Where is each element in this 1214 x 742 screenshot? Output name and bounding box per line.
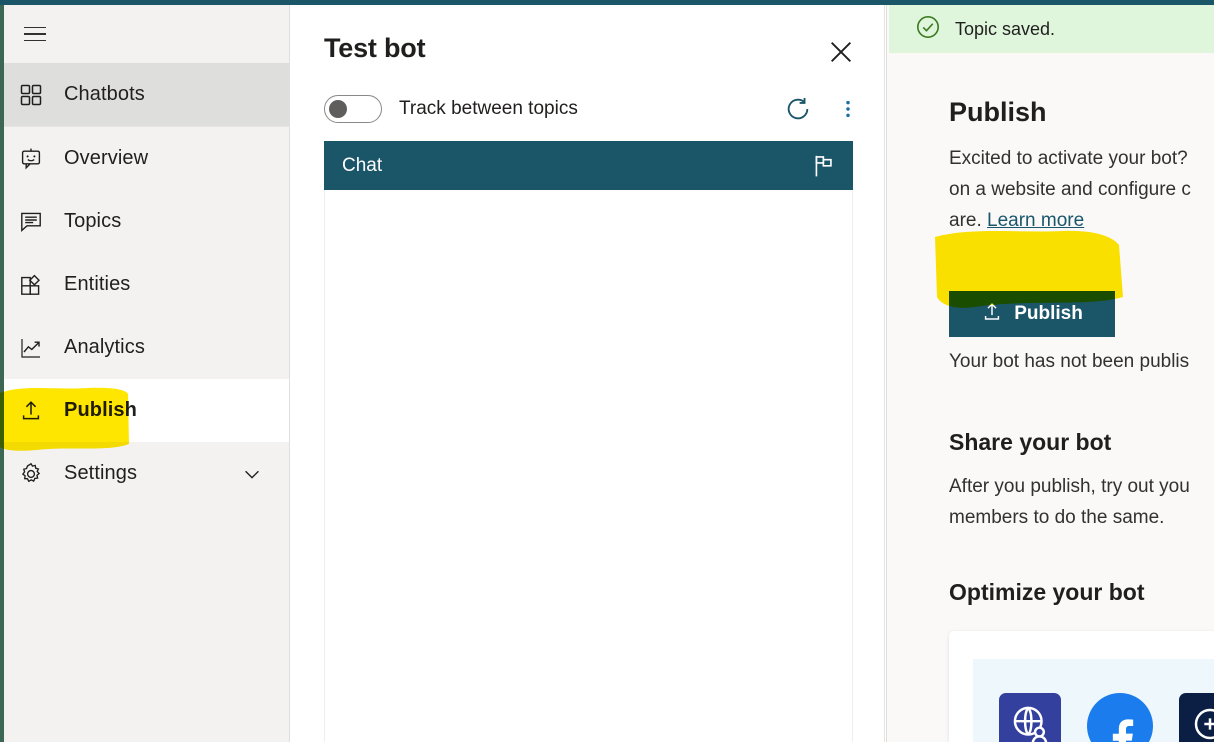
sidebar-item-label: Topics bbox=[64, 210, 122, 232]
sidebar-item-label: Analytics bbox=[64, 336, 145, 358]
flag-icon[interactable] bbox=[811, 153, 837, 179]
sidebar-item-publish[interactable]: Publish bbox=[4, 379, 289, 442]
facebook-icon[interactable] bbox=[1087, 693, 1153, 742]
learn-more-link[interactable]: Learn more bbox=[987, 210, 1084, 231]
sidebar-item-overview[interactable]: Overview bbox=[4, 127, 289, 190]
sidebar-header bbox=[4, 5, 289, 63]
more-vertical-icon[interactable] bbox=[832, 93, 864, 125]
sidebar-item-label: Settings bbox=[64, 462, 138, 484]
checkmark-circle-icon bbox=[915, 14, 941, 45]
custom-website-icon[interactable] bbox=[999, 693, 1061, 742]
comment-icon bbox=[18, 209, 44, 235]
page-title: Test bot bbox=[324, 33, 426, 63]
sidebar: Chatbots Overview Topics Entities Analyt… bbox=[4, 5, 290, 742]
grid-icon bbox=[18, 82, 44, 108]
optimize-your-bot-heading: Optimize your bot bbox=[949, 579, 1145, 605]
share-your-bot-description: After you publish, try out you members t… bbox=[949, 476, 1190, 528]
sidebar-item-topics[interactable]: Topics bbox=[4, 190, 289, 253]
upload-icon bbox=[981, 301, 1003, 328]
test-bot-panel: Test bot Track between topics Chat bbox=[291, 5, 885, 742]
track-between-topics-toggle[interactable] bbox=[324, 95, 382, 123]
chevron-down-icon[interactable] bbox=[241, 463, 263, 485]
publish-panel-content: Publish Excited to activate your bot? on… bbox=[887, 53, 1214, 742]
upload-icon bbox=[18, 398, 44, 424]
channels-card[interactable] bbox=[949, 631, 1214, 742]
line-chart-icon bbox=[18, 335, 44, 361]
toast-message: Topic saved. bbox=[955, 18, 1056, 39]
publish-panel: Topic saved. Publish Excited to activate… bbox=[886, 5, 1214, 742]
track-between-topics-row: Track between topics bbox=[324, 95, 578, 123]
publish-status-note: Your bot has not been publis bbox=[949, 351, 1190, 372]
close-icon[interactable] bbox=[824, 35, 858, 69]
sidebar-item-chatbots[interactable]: Chatbots bbox=[4, 63, 289, 127]
sidebar-item-label: Entities bbox=[64, 273, 131, 295]
publish-heading: Publish bbox=[949, 97, 1047, 127]
publish-button-label: Publish bbox=[1014, 303, 1083, 324]
sidebar-item-settings[interactable]: Settings bbox=[4, 442, 289, 505]
publish-description: Excited to activate your bot? on a websi… bbox=[949, 143, 1214, 236]
entities-icon bbox=[18, 272, 44, 298]
sidebar-item-label: Chatbots bbox=[64, 83, 145, 105]
sidebar-item-label: Overview bbox=[64, 147, 149, 169]
teams-icon[interactable] bbox=[1179, 693, 1214, 742]
sidebar-item-entities[interactable]: Entities bbox=[4, 253, 289, 316]
publish-button[interactable]: Publish bbox=[949, 291, 1115, 337]
status-toast: Topic saved. bbox=[889, 5, 1214, 53]
share-your-bot-heading: Share your bot bbox=[949, 429, 1112, 455]
sidebar-item-label: Publish bbox=[64, 399, 137, 421]
gear-icon bbox=[18, 461, 44, 487]
sidebar-item-analytics[interactable]: Analytics bbox=[4, 316, 289, 379]
refresh-icon[interactable] bbox=[782, 93, 814, 125]
toggle-knob bbox=[329, 100, 347, 118]
channels-icon-strip bbox=[973, 659, 1214, 742]
chat-transcript-area[interactable] bbox=[324, 190, 853, 742]
chat-header-label: Chat bbox=[342, 154, 383, 176]
chat-header: Chat bbox=[324, 141, 853, 190]
app-root: Chatbots Overview Topics Entities Analyt… bbox=[0, 0, 1214, 742]
hamburger-icon[interactable] bbox=[18, 17, 52, 51]
track-between-topics-label: Track between topics bbox=[399, 98, 578, 119]
test-bot-actions bbox=[782, 93, 864, 125]
bot-icon bbox=[18, 146, 44, 172]
